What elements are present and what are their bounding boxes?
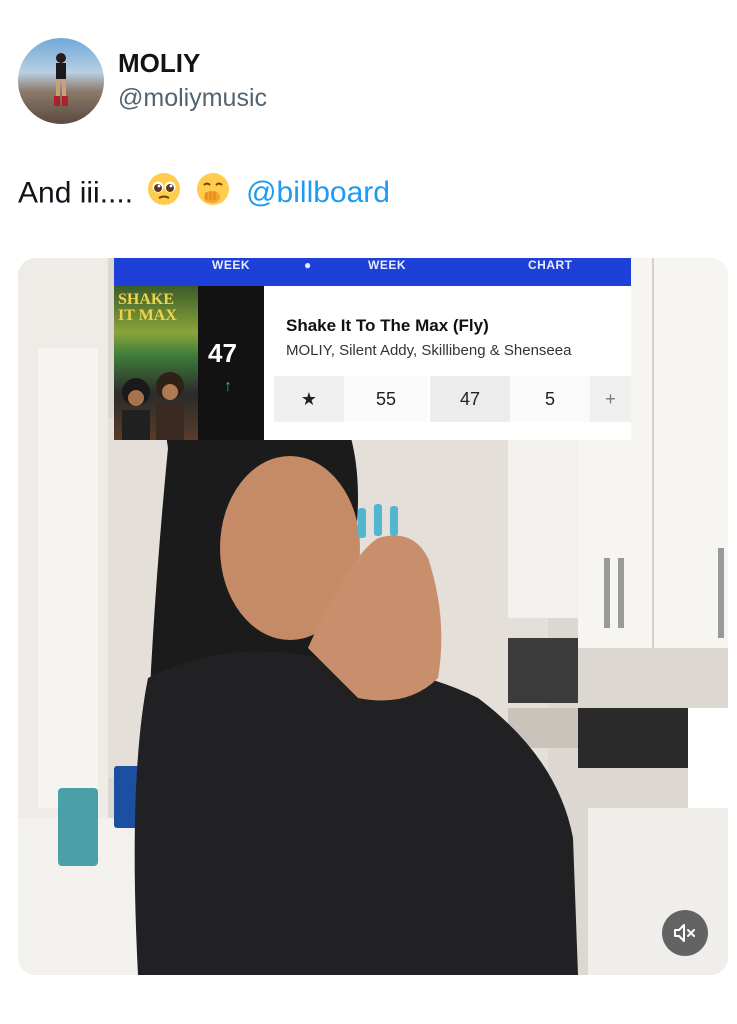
expand-plus-icon: + <box>590 376 631 422</box>
cover-art: SHAKE IT MAX <box>114 286 198 440</box>
chart-rank: 47 <box>208 338 237 368</box>
face-with-hand-over-mouth-emoji <box>196 172 230 217</box>
song-title: Shake It To The Max (Fly) <box>286 316 489 335</box>
mute-button[interactable] <box>662 910 708 956</box>
avatar[interactable] <box>18 38 104 124</box>
stat-peak: 47 <box>430 376 510 422</box>
info-icon: ● <box>304 258 312 272</box>
author-handle[interactable]: @moliymusic <box>118 82 267 114</box>
up-arrow-icon: ↑ <box>224 378 232 395</box>
header-label-chart: CHART <box>528 258 573 272</box>
billboard-mention-link[interactable]: @billboard <box>246 176 390 209</box>
header-label-week-2: WEEK <box>368 258 406 272</box>
author-display-name[interactable]: MOLIY <box>118 48 267 78</box>
chart-header-bar: WEEK ● WEEK CHART <box>114 258 631 286</box>
pleading-face-emoji <box>147 172 181 217</box>
stat-last-week: 55 <box>344 376 428 422</box>
tweet-text-prefix: And iii.... <box>18 176 134 210</box>
tweet-text: And iii.... @billboard <box>18 172 390 217</box>
tweet-video[interactable]: WEEK ● WEEK CHART SHAKE IT MAX 47 ↑ Shak… <box>18 258 728 975</box>
avatar-figure <box>54 53 68 106</box>
billboard-chart-card: WEEK ● WEEK CHART SHAKE IT MAX 47 ↑ Shak… <box>114 258 631 440</box>
header-label-week: WEEK <box>212 258 250 272</box>
stat-award-star-icon: ★ <box>274 376 344 422</box>
tweet-header: MOLIY @moliymusic <box>18 38 718 128</box>
rank-column: 47 ↑ <box>198 286 264 440</box>
stat-weeks-on-chart: 5 <box>510 376 590 422</box>
chart-stats-row: ★ 55 47 5 + <box>274 376 631 422</box>
song-artists: MOLIY, Silent Addy, Skillibeng & Shensee… <box>286 342 572 359</box>
volume-muted-icon <box>674 924 695 942</box>
